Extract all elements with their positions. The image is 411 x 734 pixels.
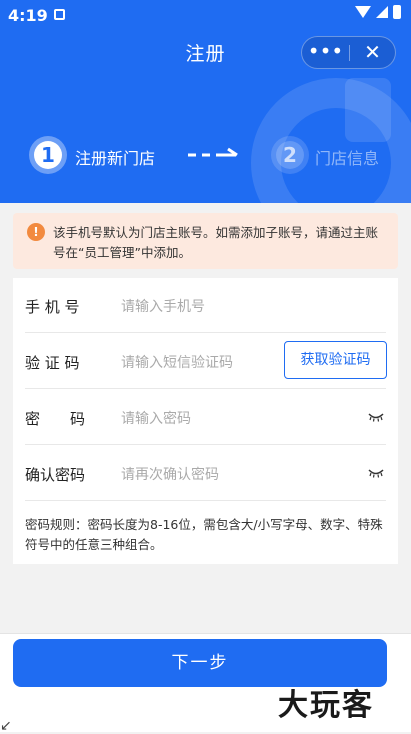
more-icon[interactable]: ••• — [302, 37, 349, 68]
password-rule-text: 密码规则：密码长度为8-16位，需包含大/小写字母、数字、特殊符号中的任意三种组… — [25, 517, 383, 552]
phone-label: 手 机 号 — [25, 298, 80, 316]
step-1-label: 注册新门店 — [75, 149, 156, 168]
notification-icon — [54, 9, 65, 20]
phone-row: 手 机 号 请输入手机号 — [13, 278, 398, 333]
step-1-circle: 1 — [34, 141, 62, 169]
notice-text: 该手机号默认为门店主账号。如需添加子账号，请通过主账号在“员工管理”中添加。 — [53, 225, 379, 260]
password-row: 密 码 请输入密码 — [13, 390, 398, 445]
step-2-label: 门店信息 — [315, 149, 380, 168]
password-label: 密 码 — [25, 410, 86, 428]
warning-icon: ! — [27, 223, 45, 241]
divider — [25, 444, 386, 445]
confirm-input[interactable]: 请再次确认密码 — [121, 464, 219, 484]
status-time: 4:19 — [8, 6, 48, 25]
notice-banner: ! 该手机号默认为门店主账号。如需添加子账号，请通过主账号在“员工管理”中添加。 — [13, 213, 398, 269]
watermark-logo: 大玩客 — [278, 688, 374, 723]
eye-closed-icon[interactable] — [368, 412, 384, 422]
status-bar: 4:19 — [0, 0, 411, 30]
phone-input[interactable]: 请输入手机号 — [121, 296, 205, 316]
confirm-row: 确认密码 请再次确认密码 — [13, 446, 398, 501]
battery-icon — [393, 5, 401, 19]
confirm-label: 确认密码 — [25, 466, 86, 484]
mini-program-capsule: ••• ✕ — [301, 36, 396, 69]
code-input[interactable]: 请输入短信验证码 — [121, 352, 233, 372]
decorative-shape — [345, 78, 391, 142]
wifi-icon — [355, 6, 371, 18]
status-icons — [355, 5, 401, 19]
header-banner: 4:19 注册 ••• ✕ 1 注册新门店 2 门店信息 — [0, 0, 411, 203]
divider — [25, 500, 386, 501]
divider — [25, 332, 386, 333]
get-code-button[interactable]: 获取验证码 — [284, 341, 387, 379]
eye-closed-icon[interactable] — [368, 468, 384, 478]
step-2-circle: 2 — [276, 141, 304, 169]
step-arrow-icon — [188, 147, 238, 157]
register-form: 手 机 号 请输入手机号 验 证 码 请输入短信验证码 获取验证码 密 码 请输… — [13, 278, 398, 564]
code-label: 验 证 码 — [25, 354, 80, 372]
divider — [25, 388, 386, 389]
password-input[interactable]: 请输入密码 — [121, 408, 191, 428]
signal-icon — [376, 6, 388, 18]
close-icon[interactable]: ✕ — [350, 37, 395, 68]
